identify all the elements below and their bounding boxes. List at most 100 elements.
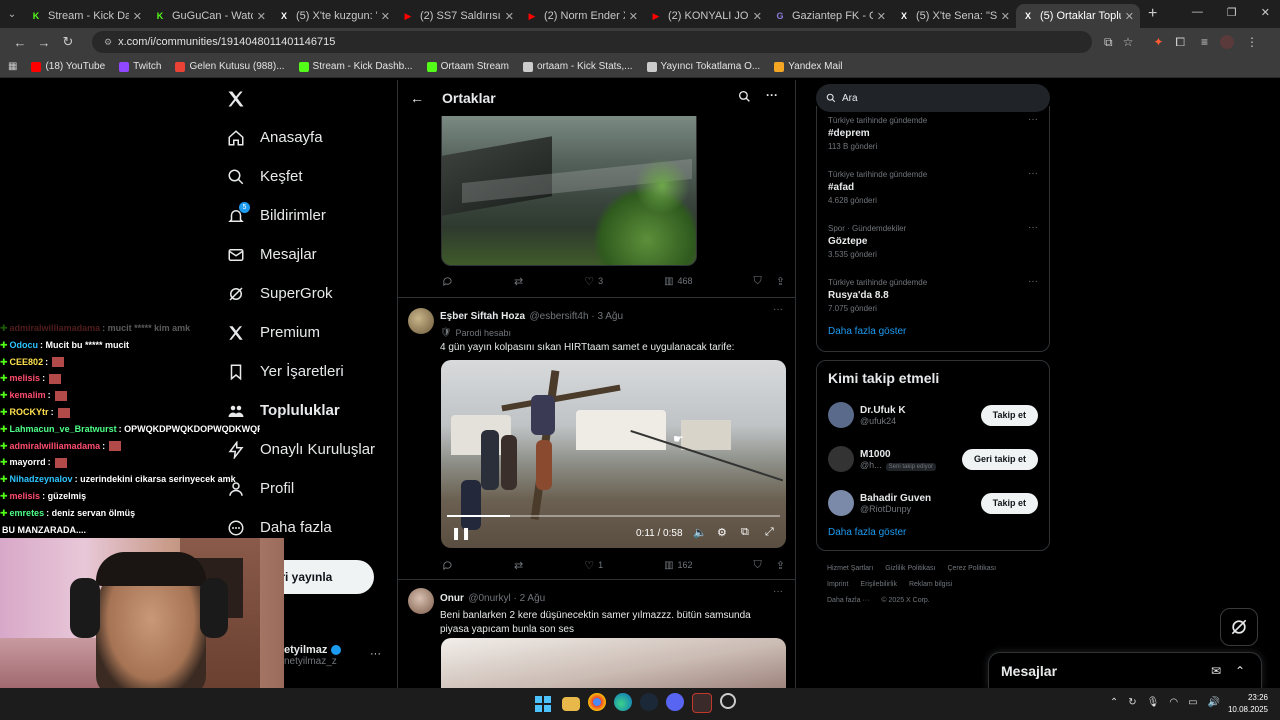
back-arrow-icon[interactable]: ← — [410, 90, 424, 106]
trend-more-icon[interactable]: ··· — [1028, 168, 1038, 179]
file-explorer-icon[interactable] — [562, 697, 580, 711]
tray-sync-icon[interactable]: ↻ — [1128, 697, 1136, 708]
author-name[interactable]: Onur — [440, 593, 464, 604]
avatar[interactable] — [828, 402, 854, 428]
footer-link[interactable]: Reklam bilgisi — [909, 577, 952, 593]
tab-close-icon[interactable]: ✕ — [505, 10, 514, 23]
tab-close-icon[interactable]: ✕ — [1001, 10, 1010, 23]
repost-button[interactable]: ⇄ — [514, 559, 523, 572]
footer-link[interactable]: Hizmet Şartları — [827, 561, 873, 577]
trend-item[interactable]: Türkiye tarihinde gündemde #afad 4.628 gön… — [828, 166, 1038, 220]
media-icon[interactable]: ≡ — [1201, 35, 1208, 49]
nav-item[interactable]: Mesajlar — [226, 235, 398, 274]
bookmark-item[interactable]: Stream - Kick Dashb... — [298, 61, 413, 72]
share-icon[interactable]: ⇪ — [776, 559, 785, 572]
trend-item[interactable]: Türkiye tarihinde gündemde Rusya'da 8.8 7.… — [828, 274, 1038, 328]
edge-icon[interactable] — [614, 693, 632, 711]
who-show-more[interactable]: Daha fazla göster — [828, 527, 1038, 538]
maximize-icon[interactable]: ❐ — [1227, 6, 1237, 19]
menu-icon[interactable]: ⋮ — [1246, 35, 1258, 49]
bookmark-item[interactable]: Twitch — [119, 61, 161, 72]
windows-start-icon[interactable] — [532, 693, 554, 715]
follow-button[interactable]: Takip et — [980, 492, 1038, 514]
tab-search-icon[interactable]: ⌄ — [0, 9, 24, 20]
messages-drawer[interactable]: Mesajlar ✉ ⌃ — [988, 652, 1262, 688]
x-logo-icon[interactable] — [218, 80, 398, 118]
back-icon[interactable]: ← — [8, 35, 32, 50]
chrome-icon[interactable] — [588, 693, 606, 711]
more-options-icon[interactable]: ··· — [766, 88, 778, 102]
extension-icon[interactable]: ✦ — [1153, 35, 1163, 49]
author-name[interactable]: Eşber Siftah Hoza — [440, 311, 525, 322]
bookmark-icon[interactable]: ⛉ — [754, 275, 762, 288]
volume-icon[interactable]: 🔈 — [693, 526, 707, 539]
bookmark-icon[interactable]: ⛉ — [754, 559, 762, 572]
expand-icon[interactable]: ⌃ — [1235, 664, 1245, 678]
like-button[interactable]: ♡ 1 — [584, 559, 603, 572]
extensions-puzzle-icon[interactable]: ⧠ — [1175, 35, 1185, 50]
avatar[interactable] — [408, 588, 434, 614]
avatar[interactable] — [828, 446, 854, 472]
post-more-icon[interactable]: ··· — [773, 304, 783, 315]
footer-link[interactable]: © 2025 X Corp. — [881, 593, 929, 609]
follow-button[interactable]: Takip et — [980, 404, 1038, 426]
tab-close-icon[interactable]: ✕ — [257, 10, 266, 23]
bookmark-item[interactable]: ortaam - Kick Stats,... — [522, 61, 633, 72]
bookmark-item[interactable]: Ortaam Stream — [426, 61, 509, 72]
footer-link[interactable]: Gizlilik Politikası — [885, 561, 935, 577]
trend-more-icon[interactable]: ··· — [1028, 276, 1038, 287]
tab-close-icon[interactable]: ✕ — [877, 10, 886, 23]
new-tab-icon[interactable]: + — [1148, 5, 1157, 23]
footer-link[interactable]: Erişilebilirlik — [860, 577, 897, 593]
tab-close-icon[interactable]: ✕ — [133, 10, 142, 23]
trend-item[interactable]: Türkiye tarihinde gündemde #deprem 113 B g… — [828, 112, 1038, 166]
grok-button[interactable] — [1220, 608, 1258, 646]
video-player[interactable]: ☛ ❚❚ 0:11 / 0:58 🔈 ⚙ ⧉ ⤢ — [441, 360, 786, 548]
footer-link[interactable]: Daha fazla ··· — [827, 593, 869, 609]
suggested-account[interactable]: Dr.Ufuk K @ufuk24 Takip et — [828, 393, 1038, 437]
wifi-icon[interactable]: ◠ — [1169, 697, 1178, 708]
tab-close-icon[interactable]: ✕ — [1125, 10, 1134, 23]
author-handle[interactable]: @esbersift4h · 3 Ağu — [529, 311, 623, 322]
nav-item[interactable]: SuperGrok — [226, 274, 398, 313]
browser-tab[interactable]: K GuGuCan - Watch cli ✕ — [148, 4, 272, 28]
tab-close-icon[interactable]: ✕ — [629, 10, 638, 23]
reply-button[interactable] — [442, 560, 453, 571]
new-message-icon[interactable]: ✉ — [1211, 664, 1221, 678]
fullscreen-icon[interactable]: ⤢ — [765, 526, 774, 539]
avatar[interactable] — [408, 308, 434, 334]
browser-tab[interactable]: G Gaziantep FK - Galat ✕ — [768, 4, 892, 28]
tab-close-icon[interactable]: ✕ — [381, 10, 390, 23]
author-handle[interactable]: @0nurkyl · 2 Ağu — [468, 593, 545, 604]
account-switcher[interactable]: etyilmaz netyilmaz_z — [284, 644, 342, 667]
pause-icon[interactable]: ❚❚ — [451, 526, 471, 540]
bookmark-item[interactable]: Yayıncı Tokatlama O... — [646, 61, 760, 72]
post-item[interactable]: Eşber Siftah Hoza @esbersift4h · 3 Ağu 🛡… — [398, 298, 795, 580]
bookmark-star-icon[interactable]: ☆ — [1123, 35, 1134, 49]
browser-tab[interactable]: ▶ (2) Norm Ender X Ebi ✕ — [520, 4, 644, 28]
follow-button[interactable]: Geri takip et — [961, 448, 1038, 470]
trend-more-icon[interactable]: ··· — [1028, 114, 1038, 125]
site-info-icon[interactable]: ⚙ — [104, 37, 112, 48]
views-button[interactable]: ▥ 468 — [664, 276, 692, 287]
browser-tab[interactable]: ▶ (2) SS7 Saldırısı: Telef ✕ — [396, 4, 520, 28]
bookmark-item[interactable]: Gelen Kutusu (988)... — [175, 61, 285, 72]
share-icon[interactable]: ⇪ — [776, 275, 785, 288]
reply-button[interactable] — [442, 276, 453, 287]
forward-icon[interactable]: → — [32, 35, 56, 50]
minimize-icon[interactable]: — — [1192, 6, 1203, 19]
suggested-account[interactable]: M1000 @h... Seni takip ediyor Geri takip et — [828, 437, 1038, 481]
tab-close-icon[interactable]: ✕ — [753, 10, 762, 23]
system-clock[interactable]: 23:26 10.08.2025 — [1228, 692, 1268, 716]
tray-expand-icon[interactable]: ⌃ — [1110, 697, 1118, 708]
profile-avatar-icon[interactable] — [1220, 35, 1235, 49]
avatar[interactable] — [828, 490, 854, 516]
browser-tab[interactable]: X (5) X'te Sena: "Sek er ✕ — [892, 4, 1016, 28]
post-image[interactable] — [441, 116, 697, 266]
bookmark-item[interactable]: Yandex Mail — [774, 61, 843, 72]
close-window-icon[interactable]: ✕ — [1261, 6, 1270, 19]
search-icon[interactable] — [738, 90, 751, 106]
obs-icon[interactable] — [692, 693, 712, 713]
footer-link[interactable]: Imprint — [827, 577, 848, 593]
suggested-account[interactable]: Bahadir Guven @RiotDunpy Takip et — [828, 481, 1038, 525]
